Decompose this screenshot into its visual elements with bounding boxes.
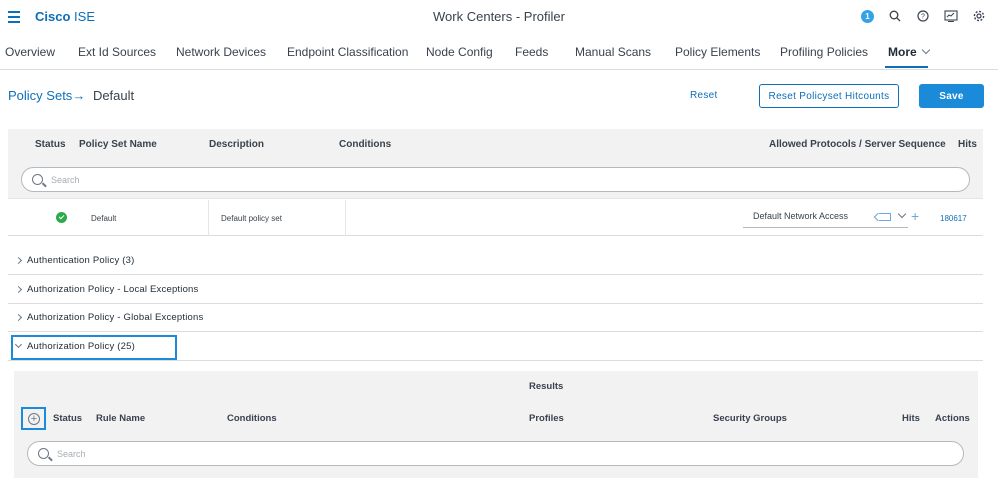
page-title: Work Centers - Profiler	[433, 9, 565, 24]
column-conditions: Conditions	[227, 413, 277, 424]
tab-ext-id-sources[interactable]: Ext Id Sources	[78, 45, 156, 59]
policy-set-table-header: Status Policy Set Name Description Condi…	[8, 129, 983, 159]
header-icons: 1 ?	[861, 9, 986, 23]
highlight-annotation	[11, 335, 177, 360]
column-actions: Actions	[935, 413, 970, 424]
dashboard-icon[interactable]	[944, 9, 958, 23]
svg-text:?: ?	[921, 14, 925, 21]
notification-badge[interactable]: 1	[861, 9, 874, 23]
column-hits: Hits	[902, 413, 920, 424]
column-description: Description	[209, 139, 265, 150]
column-status: Status	[53, 413, 83, 424]
tab-node-config[interactable]: Node Config	[426, 45, 493, 59]
search-icon[interactable]	[888, 9, 902, 23]
column-hits: Hits	[958, 139, 977, 150]
tab-feeds[interactable]: Feeds	[515, 45, 548, 59]
policy-set-search-input[interactable]: Search	[21, 167, 970, 192]
column-rule-name: Rule Name	[96, 413, 146, 424]
allowed-protocol-select[interactable]: Default Network Access +	[743, 206, 919, 228]
tab-policy-elements[interactable]: Policy Elements	[675, 45, 760, 59]
section-authorization-local-exceptions[interactable]: Authorization Policy - Local Exceptions	[8, 276, 983, 304]
authorization-search-row: Search	[14, 433, 978, 478]
breadcrumb-policy-sets[interactable]: Policy Sets	[8, 88, 72, 103]
column-divider	[345, 200, 346, 236]
reset-button[interactable]: Reset	[690, 90, 718, 101]
status-enabled-icon[interactable]	[56, 212, 67, 223]
chevron-down-icon[interactable]	[897, 209, 907, 219]
authorization-table-header: Results Status Rule Name Conditions Prof…	[14, 371, 978, 433]
authorization-search-input[interactable]: Search	[27, 441, 964, 466]
policy-set-search-row: Search	[8, 159, 983, 199]
chevron-down-icon	[921, 45, 930, 55]
column-status: Status	[35, 139, 66, 150]
add-rule-button[interactable]: +	[21, 407, 46, 430]
search-icon	[38, 448, 49, 459]
reset-hitcounts-button[interactable]: Reset Policyset Hitcounts	[759, 84, 899, 108]
tab-endpoint-classification[interactable]: Endpoint Classification	[287, 45, 408, 59]
clear-icon[interactable]	[879, 213, 891, 221]
top-header: Cisco ISE Work Centers - Profiler 1 ?	[0, 0, 998, 34]
allowed-protocol-value: Default Network Access	[753, 211, 849, 221]
search-placeholder: Search	[57, 449, 86, 459]
search-icon	[32, 174, 43, 185]
tab-manual-scans[interactable]: Manual Scans	[575, 45, 651, 59]
section-authorization-global-exceptions[interactable]: Authorization Policy - Global Exceptions	[8, 304, 983, 332]
column-profiles: Profiles	[529, 413, 564, 424]
help-icon[interactable]: ?	[916, 9, 930, 23]
column-group-results: Results	[529, 381, 564, 392]
tab-more[interactable]: More	[888, 45, 930, 59]
column-conditions: Conditions	[339, 139, 392, 150]
column-policy-set-name: Policy Set Name	[79, 139, 157, 150]
tab-more-label: More	[888, 45, 917, 59]
section-label: Authorization Policy - Global Exceptions	[27, 312, 204, 323]
section-label: Authorization Policy - Local Exceptions	[27, 284, 199, 295]
section-authentication-policy[interactable]: Authentication Policy (3)	[8, 247, 983, 275]
chevron-right-icon	[14, 285, 23, 294]
tab-network-devices[interactable]: Network Devices	[176, 45, 266, 59]
add-icon[interactable]: +	[911, 209, 919, 223]
gear-icon[interactable]	[972, 9, 986, 23]
column-security-groups: Security Groups	[713, 413, 787, 424]
active-tab-indicator	[885, 66, 928, 68]
save-button[interactable]: Save	[919, 84, 984, 108]
policy-set-description[interactable]: Default policy set	[221, 214, 282, 223]
hits-count-link[interactable]: 180617	[940, 214, 967, 223]
breadcrumb: Policy Sets→ Default	[8, 88, 134, 103]
column-allowed-protocols: Allowed Protocols / Server Sequence	[769, 139, 946, 150]
add-circle-icon: +	[28, 413, 40, 425]
chevron-right-icon	[14, 256, 23, 265]
work-center-tabs: Overview Ext Id Sources Network Devices …	[0, 37, 998, 70]
search-placeholder: Search	[51, 175, 80, 185]
section-label: Authentication Policy (3)	[27, 255, 135, 266]
column-divider	[208, 200, 209, 236]
tab-overview[interactable]: Overview	[5, 45, 55, 59]
policy-set-row[interactable]: Default Default policy set Default Netwo…	[8, 200, 983, 236]
breadcrumb-current: Default	[92, 88, 135, 103]
arrow-right-icon: →	[72, 88, 86, 103]
policy-set-name[interactable]: Default	[91, 214, 116, 223]
chevron-right-icon	[14, 313, 23, 322]
tab-profiling-policies[interactable]: Profiling Policies	[780, 45, 868, 59]
